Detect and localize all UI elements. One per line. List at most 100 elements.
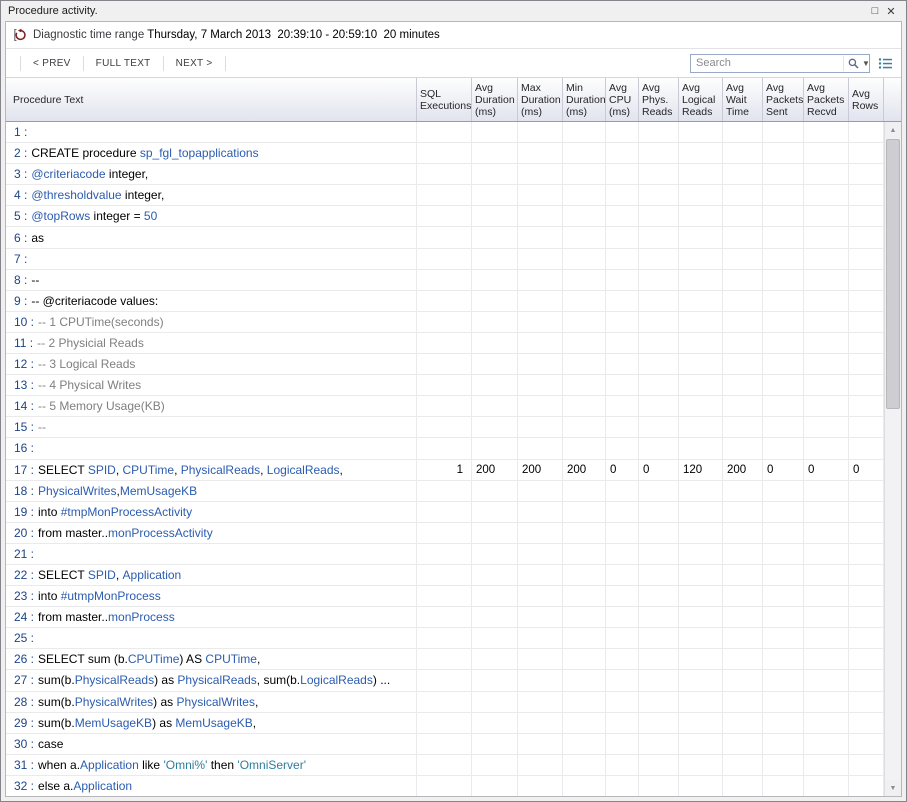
vertical-scrollbar[interactable]: ▲ ▼ [884,122,901,796]
toolbar-separator [163,56,164,71]
table-row[interactable]: 5 : @topRows integer = 50 [6,206,884,227]
column-header-sql-executions[interactable]: SQL Executions [417,78,472,121]
search-dropdown-icon[interactable]: ▼ [862,59,870,68]
scrollbar-track[interactable] [885,138,901,780]
column-header-avg-phys-reads[interactable]: Avg Phys. Reads [639,78,679,121]
table-row[interactable]: 9 : -- @criteriacode values: [6,291,884,312]
value-cell [518,607,563,627]
table-row[interactable]: 19 : into #tmpMonProcessActivity [6,502,884,523]
table-row[interactable]: 7 : [6,249,884,270]
value-cell [723,713,763,733]
table-row[interactable]: 29 : sum(b.MemUsageKB) as MemUsageKB, [6,713,884,734]
line-number: 30 : [14,737,34,751]
table-row[interactable]: 23 : into #utmpMonProcess [6,586,884,607]
value-cell: 0 [804,460,849,480]
value-cell [518,312,563,332]
procedure-text: sum(b.MemUsageKB) as MemUsageKB, [38,716,256,730]
toolbar-separator [225,56,226,71]
value-cell [472,375,518,395]
search-icon[interactable] [848,58,859,69]
field-chooser-icon[interactable] [878,57,893,70]
table-row[interactable]: 2 : CREATE procedure sp_fgl_topapplicati… [6,143,884,164]
scroll-down-icon[interactable]: ▼ [885,780,901,796]
search-input[interactable] [691,56,843,71]
value-cell [763,375,804,395]
value-cell [804,713,849,733]
procedure-text: SELECT sum (b.CPUTime) AS CPUTime, [38,652,260,666]
line-number: 22 : [14,568,34,582]
column-header-avg-packets-sent[interactable]: Avg Packets Sent [763,78,804,121]
value-cell [563,607,606,627]
column-header-avg-cpu[interactable]: Avg CPU (ms) [606,78,639,121]
scrollbar-thumb[interactable] [886,139,900,409]
value-cell [417,417,472,437]
table-row[interactable]: 18 : PhysicalWrites,MemUsageKB [6,481,884,502]
table-row[interactable]: 26 : SELECT sum (b.CPUTime) AS CPUTime, [6,649,884,670]
table-row[interactable]: 12 : -- 3 Logical Reads [6,354,884,375]
value-cell [472,649,518,669]
value-cell [849,249,884,269]
table-row[interactable]: 16 : [6,438,884,459]
close-icon[interactable]: ✕ [883,5,899,18]
table-row[interactable]: 10 : -- 1 CPUTime(seconds) [6,312,884,333]
column-header-avg-rows[interactable]: Avg Rows [849,78,884,121]
table-row[interactable]: 25 : [6,628,884,649]
next-button[interactable]: NEXT > [170,55,219,72]
value-cell [763,628,804,648]
value-cell [849,628,884,648]
value-cell [518,396,563,416]
table-row[interactable]: 4 : @thresholdvalue integer, [6,185,884,206]
column-header-avg-duration[interactable]: Avg Duration (ms) [472,78,518,121]
table-row[interactable]: 11 : -- 2 Physicial Reads [6,333,884,354]
table-row[interactable]: 3 : @criteriacode integer, [6,164,884,185]
value-cell [417,544,472,564]
value-cell [804,291,849,311]
column-header-avg-logical-reads[interactable]: Avg Logical Reads [679,78,723,121]
value-cell [606,586,639,606]
table-row[interactable]: 20 : from master..monProcessActivity [6,523,884,544]
table-row[interactable]: 17 : SELECT SPID, CPUTime, PhysicalReads… [6,460,884,481]
table-row[interactable]: 27 : sum(b.PhysicalReads) as PhysicalRea… [6,670,884,691]
table-row[interactable]: 30 : case [6,734,884,755]
value-cell [723,354,763,374]
value-cell [804,544,849,564]
title-bar: Procedure activity. □ ✕ [1,1,906,21]
value-cell [606,375,639,395]
value-cell [417,628,472,648]
table-row[interactable]: 28 : sum(b.PhysicalWrites) as PhysicalWr… [6,692,884,713]
maximize-icon[interactable]: □ [867,5,883,17]
procedure-text: -- @criteriacode values: [31,294,158,308]
table-row[interactable]: 22 : SELECT SPID, Application [6,565,884,586]
column-header-avg-wait-time[interactable]: Avg Wait Time [723,78,763,121]
value-cell [679,396,723,416]
value-cell [723,333,763,353]
column-header-max-duration[interactable]: Max Duration (ms) [518,78,563,121]
table-row[interactable]: 21 : [6,544,884,565]
toolbar-separator [83,56,84,71]
table-row[interactable]: 1 : [6,122,884,143]
table-row[interactable]: 13 : -- 4 Physical Writes [6,375,884,396]
value-cell [563,143,606,163]
value-cell: 120 [679,460,723,480]
column-header-min-duration[interactable]: Min Duration (ms) [563,78,606,121]
prev-button[interactable]: < PREV [27,55,77,72]
table-row[interactable]: 6 : as [6,227,884,248]
value-cell [763,291,804,311]
value-cell [723,544,763,564]
table-row[interactable]: 32 : else a.Application [6,776,884,796]
table-row[interactable]: 24 : from master..monProcess [6,607,884,628]
value-cell [639,713,679,733]
column-header-avg-packets-recvd[interactable]: Avg Packets Recvd [804,78,849,121]
table-row[interactable]: 31 : when a.Application like 'Omni%' the… [6,755,884,776]
table-row[interactable]: 8 : -- [6,270,884,291]
table-row[interactable]: 14 : -- 5 Memory Usage(KB) [6,396,884,417]
value-cell [849,734,884,754]
value-cell [679,628,723,648]
value-cell [849,776,884,796]
table-row[interactable]: 15 : -- [6,417,884,438]
value-cell [606,670,639,690]
value-cell [472,628,518,648]
column-header-procedure-text[interactable]: Procedure Text [6,78,417,121]
full-text-button[interactable]: FULL TEXT [90,55,157,72]
scroll-up-icon[interactable]: ▲ [885,122,901,138]
